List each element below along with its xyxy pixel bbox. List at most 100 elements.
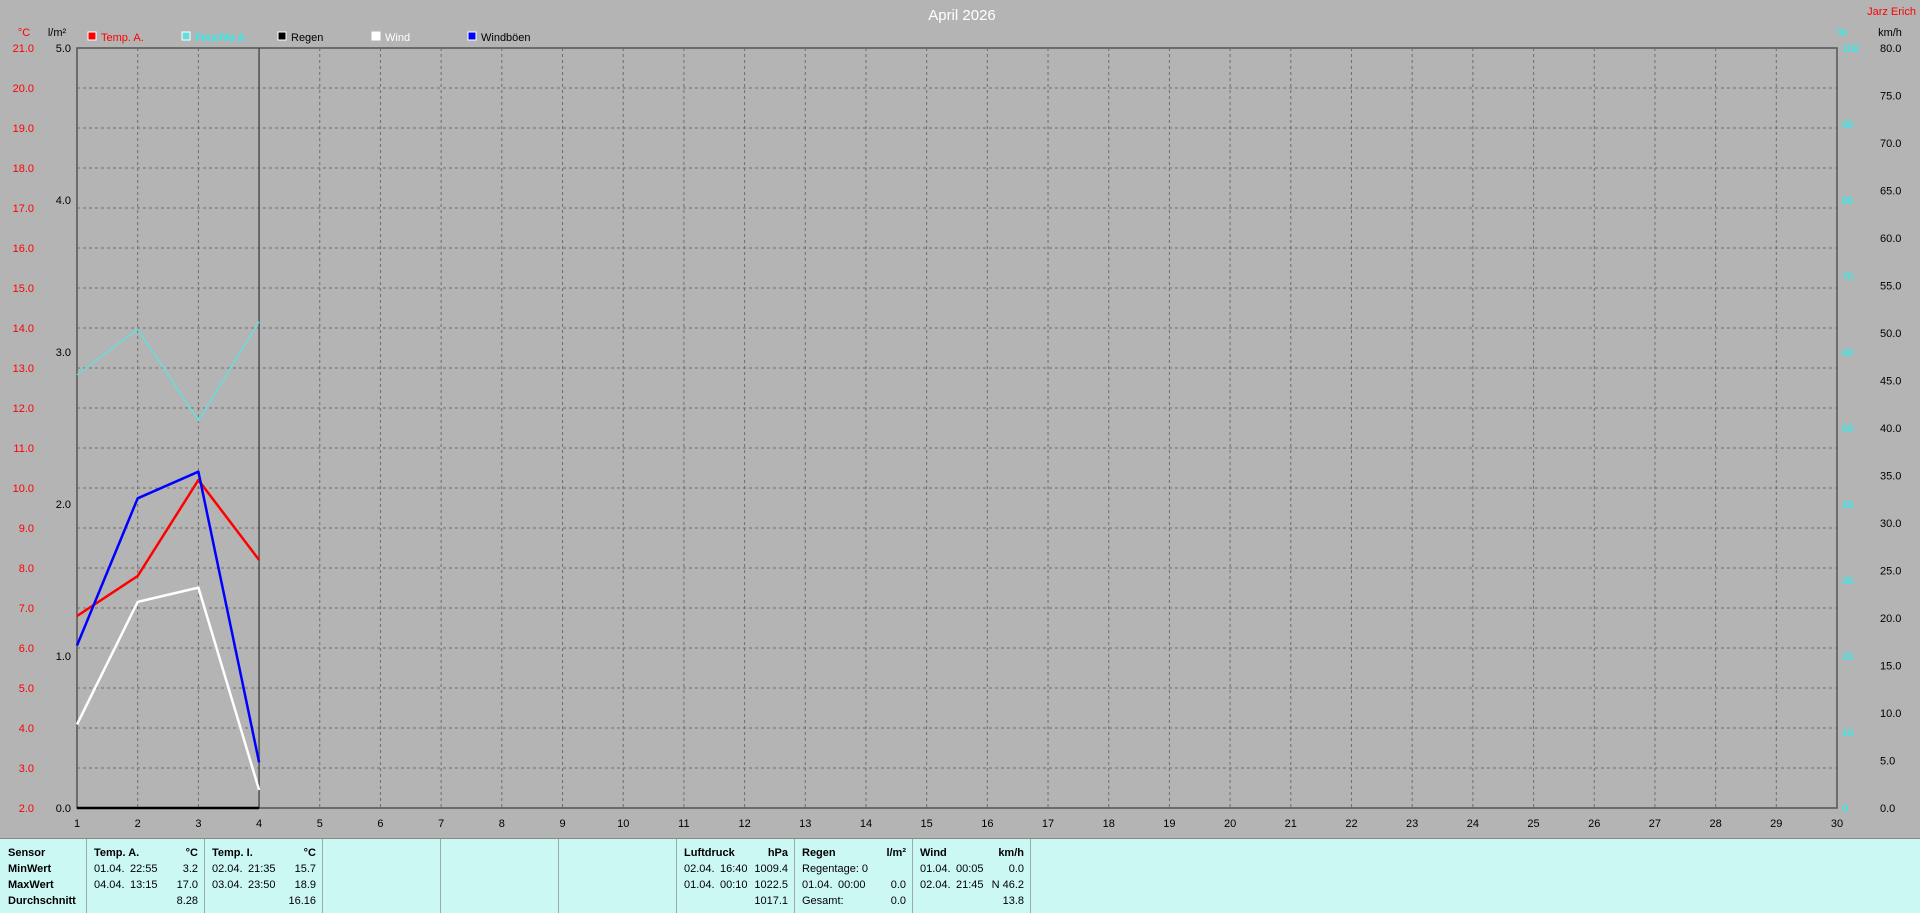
humidity-tick-label: 0 — [1842, 804, 1848, 815]
durchschnitt-label: Durchschnitt — [8, 895, 76, 907]
temp-i-min-value: 15.7 — [294, 863, 316, 875]
wind-axis-unit: km/h — [1878, 27, 1902, 39]
x-tick-label: 1 — [74, 818, 80, 830]
humidity-tick-label: 40 — [1842, 500, 1854, 511]
rain-tick-label: 2.0 — [56, 499, 71, 511]
temp-tick-label: 8.0 — [19, 563, 34, 575]
x-tick-label: 16 — [981, 818, 993, 830]
humidity-tick-label: 60 — [1842, 348, 1854, 359]
wind-tick-label: 15.0 — [1880, 661, 1901, 673]
pressure-average: 1017.1 — [754, 895, 788, 907]
temp-tick-label: 13.0 — [13, 363, 34, 375]
rain-tick-label: 1.0 — [56, 651, 71, 663]
temp-a-max-date: 04.04. — [94, 879, 125, 891]
sensor-header: Sensor — [8, 847, 46, 859]
wind-unit: km/h — [998, 847, 1024, 859]
wind-tick-label: 10.0 — [1880, 708, 1901, 720]
rain-header: Regen — [802, 847, 836, 859]
pressure-min-value: 1009.4 — [754, 863, 788, 875]
rain-days: Regentage: 0 — [802, 863, 869, 875]
x-tick-label: 30 — [1831, 818, 1843, 830]
pressure-min-date: 02.04. — [684, 863, 715, 875]
humidity-tick-label: 70 — [1842, 272, 1854, 283]
x-tick-label: 20 — [1224, 818, 1236, 830]
humidity-tick-label: 90 — [1842, 120, 1854, 131]
legend-label-feuchte-a: Feuchte A. — [195, 32, 248, 44]
humidity-tick-label: 10 — [1842, 728, 1854, 739]
pressure-unit: hPa — [767, 847, 788, 859]
x-tick-label: 29 — [1770, 818, 1782, 830]
temp-tick-label: 4.0 — [19, 723, 34, 735]
temp-tick-label: 3.0 — [19, 763, 34, 775]
x-tick-label: 15 — [921, 818, 933, 830]
humidity-tick-label: 50 — [1842, 424, 1854, 435]
temp-a-average: 8.28 — [176, 895, 198, 907]
stats-col-wind: Wind km/h 01.04. 00:05 0.0 02.04. 21:45 N 46.… — [912, 839, 1031, 913]
x-tick-label: 24 — [1467, 818, 1479, 830]
wind-max-date: 02.04. — [920, 879, 951, 891]
wind-min-date: 01.04. — [920, 863, 951, 875]
x-tick-label: 19 — [1163, 818, 1175, 830]
temp-tick-label: 2.0 — [19, 803, 34, 815]
temp-tick-label: 9.0 — [19, 523, 34, 535]
wind-tick-label: 45.0 — [1880, 376, 1901, 388]
minwert-label: MinWert — [8, 863, 52, 875]
rain-max-date: 01.04. — [802, 879, 833, 891]
x-tick-label: 27 — [1649, 818, 1661, 830]
x-tick-label: 8 — [499, 818, 505, 830]
maxwert-label: MaxWert — [8, 879, 54, 891]
pressure-max-time: 00:10 — [720, 879, 748, 891]
legend-label-windb-en: Windböen — [481, 32, 531, 44]
temp-a-max-time: 13:15 — [130, 879, 158, 891]
legend-label-temp-a: Temp. A. — [101, 32, 144, 44]
x-tick-label: 11 — [678, 818, 689, 830]
temp-a-min-date: 01.04. — [94, 863, 125, 875]
wind-min-value: 0.0 — [1008, 863, 1024, 875]
wind-header: Wind — [920, 847, 947, 859]
temp-i-header: Temp. I. — [212, 847, 253, 859]
wind-max-value: N 46.2 — [991, 879, 1024, 891]
x-tick-label: 18 — [1103, 818, 1115, 830]
x-tick-label: 14 — [860, 818, 872, 830]
pressure-max-date: 01.04. — [684, 879, 715, 891]
wind-tick-label: 40.0 — [1880, 423, 1901, 435]
wind-tick-label: 55.0 — [1880, 281, 1901, 293]
temp-tick-label: 18.0 — [13, 163, 34, 175]
wind-tick-label: 80.0 — [1880, 43, 1901, 55]
rain-unit: l/m² — [886, 847, 906, 859]
rain-tick-label: 4.0 — [56, 195, 71, 207]
wind-tick-label: 75.0 — [1880, 91, 1901, 103]
wind-tick-label: 25.0 — [1880, 566, 1901, 578]
temp-i-average: 16.16 — [288, 895, 316, 907]
humidity-tick-label: 100 — [1842, 44, 1859, 55]
statistics-panel: Sensor MinWert MaxWert Durchschnitt Temp… — [0, 838, 1920, 913]
legend-swatch-wind — [371, 31, 381, 41]
wind-tick-label: 35.0 — [1880, 471, 1901, 483]
humidity-tick-label: 80 — [1842, 196, 1854, 207]
temp-tick-label: 11.0 — [13, 443, 34, 455]
temp-tick-label: 6.0 — [19, 643, 34, 655]
temp-axis-unit: °C — [18, 27, 30, 39]
legend-label-wind: Wind — [385, 32, 410, 44]
temp-i-max-value: 18.9 — [294, 879, 316, 891]
x-tick-label: 10 — [617, 818, 629, 830]
stats-col-rain: Regen l/m² Regentage: 0 01.04. 00:00 0.0 Ge… — [794, 839, 913, 913]
author-label: Jarz Erich — [1867, 6, 1916, 18]
temp-tick-label: 17.0 — [13, 203, 34, 215]
temp-tick-label: 12.0 — [13, 403, 34, 415]
wind-tick-label: 60.0 — [1880, 233, 1901, 245]
legend-swatch-temp-a — [87, 31, 97, 41]
legend-swatch-windb-en — [467, 31, 477, 41]
temp-i-max-time: 23:50 — [248, 879, 276, 891]
rain-total-value: 0.0 — [890, 895, 906, 907]
legend: Temp. A. Feuchte A. Regen Wind Windböen — [87, 31, 531, 44]
wind-tick-label: 5.0 — [1880, 756, 1895, 768]
plot-grid — [76, 47, 1838, 809]
rain-axis-unit: l/m² — [48, 27, 67, 39]
weather-chart: April 2026 Jarz Erich °C l/m² % km/h Tem… — [13, 6, 1916, 830]
x-tick-label: 13 — [799, 818, 811, 830]
rain-max-value: 0.0 — [890, 879, 906, 891]
temp-tick-label: 7.0 — [19, 603, 34, 615]
x-tick-label: 26 — [1588, 818, 1600, 830]
wind-tick-label: 30.0 — [1880, 518, 1901, 530]
